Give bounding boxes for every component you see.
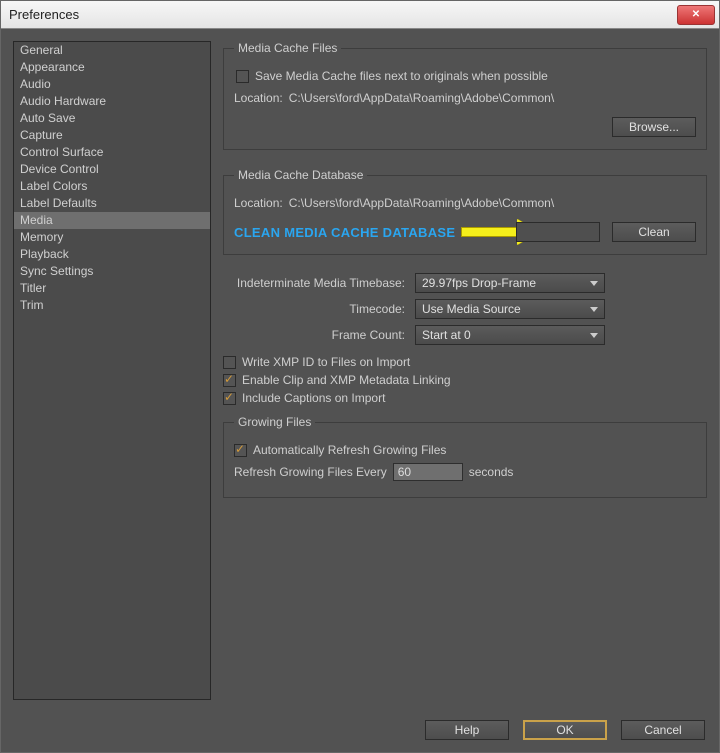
- sidebar-item-auto-save[interactable]: Auto Save: [14, 110, 210, 127]
- timecode-dropdown[interactable]: Use Media Source: [415, 299, 605, 319]
- chevron-down-icon: [590, 333, 598, 338]
- save-next-checkbox[interactable]: [236, 70, 249, 83]
- sidebar-item-label-defaults[interactable]: Label Defaults: [14, 195, 210, 212]
- mcf-location-value: C:\Users\ford\AppData\Roaming\Adobe\Comm…: [289, 91, 554, 105]
- include-captions-checkbox[interactable]: [223, 392, 236, 405]
- refresh-suffix: seconds: [469, 465, 514, 479]
- preferences-window: Preferences ✕ GeneralAppearanceAudioAudi…: [0, 0, 720, 753]
- timebase-value: 29.97fps Drop-Frame: [422, 276, 536, 290]
- clean-button[interactable]: Clean: [612, 222, 696, 242]
- sidebar-item-audio[interactable]: Audio: [14, 76, 210, 93]
- ok-button[interactable]: OK: [523, 720, 607, 740]
- chevron-down-icon: [590, 307, 598, 312]
- enable-linking-label: Enable Clip and XMP Metadata Linking: [242, 373, 451, 387]
- timebase-dropdown[interactable]: 29.97fps Drop-Frame: [415, 273, 605, 293]
- timecode-label: Timecode:: [223, 302, 405, 316]
- media-cache-files-group: Media Cache Files Save Media Cache files…: [223, 41, 707, 150]
- framecount-label: Frame Count:: [223, 328, 405, 342]
- window-title: Preferences: [9, 7, 79, 22]
- framecount-value: Start at 0: [422, 328, 471, 342]
- cancel-button[interactable]: Cancel: [621, 720, 705, 740]
- enable-linking-checkbox[interactable]: [223, 374, 236, 387]
- include-captions-label: Include Captions on Import: [242, 391, 385, 405]
- framecount-dropdown[interactable]: Start at 0: [415, 325, 605, 345]
- timebase-label: Indeterminate Media Timebase:: [223, 276, 405, 290]
- mcd-location-label: Location:: [234, 196, 283, 210]
- auto-refresh-label: Automatically Refresh Growing Files: [253, 443, 446, 457]
- write-xmp-label: Write XMP ID to Files on Import: [242, 355, 410, 369]
- sidebar-item-trim[interactable]: Trim: [14, 297, 210, 314]
- media-cache-db-legend: Media Cache Database: [234, 168, 367, 182]
- mcf-location-label: Location:: [234, 91, 283, 105]
- refresh-prefix: Refresh Growing Files Every: [234, 465, 387, 479]
- media-cache-db-group: Media Cache Database Location: C:\Users\…: [223, 168, 707, 255]
- sidebar-item-media[interactable]: Media: [14, 212, 210, 229]
- close-button[interactable]: ✕: [677, 5, 715, 25]
- timecode-value: Use Media Source: [422, 302, 521, 316]
- refresh-interval-input[interactable]: [393, 463, 463, 481]
- sidebar-item-playback[interactable]: Playback: [14, 246, 210, 263]
- write-xmp-checkbox[interactable]: [223, 356, 236, 369]
- annotation-text: CLEAN MEDIA CACHE DATABASE: [234, 225, 455, 240]
- annotation-overlay: CLEAN MEDIA CACHE DATABASE: [234, 221, 541, 243]
- sidebar-item-device-control[interactable]: Device Control: [14, 161, 210, 178]
- growing-files-legend: Growing Files: [234, 415, 315, 429]
- sidebar-item-sync-settings[interactable]: Sync Settings: [14, 263, 210, 280]
- titlebar: Preferences ✕: [1, 1, 719, 29]
- client-area: GeneralAppearanceAudioAudio HardwareAuto…: [1, 29, 719, 752]
- media-cache-files-legend: Media Cache Files: [234, 41, 341, 55]
- sidebar-item-titler[interactable]: Titler: [14, 280, 210, 297]
- save-next-label: Save Media Cache files next to originals…: [255, 69, 548, 83]
- content-pane: Media Cache Files Save Media Cache files…: [223, 41, 707, 700]
- dialog-footer: Help OK Cancel: [425, 720, 705, 740]
- mcf-browse-button[interactable]: Browse...: [612, 117, 696, 137]
- sidebar-item-memory[interactable]: Memory: [14, 229, 210, 246]
- sidebar-item-control-surface[interactable]: Control Surface: [14, 144, 210, 161]
- sidebar-item-audio-hardware[interactable]: Audio Hardware: [14, 93, 210, 110]
- sidebar-item-capture[interactable]: Capture: [14, 127, 210, 144]
- sidebar-item-general[interactable]: General: [14, 42, 210, 59]
- chevron-down-icon: [590, 281, 598, 286]
- auto-refresh-checkbox[interactable]: [234, 444, 247, 457]
- mcd-browse-button[interactable]: [516, 222, 600, 242]
- close-icon: ✕: [692, 9, 700, 20]
- mcd-location-value: C:\Users\ford\AppData\Roaming\Adobe\Comm…: [289, 196, 554, 210]
- sidebar-item-label-colors[interactable]: Label Colors: [14, 178, 210, 195]
- sidebar-item-appearance[interactable]: Appearance: [14, 59, 210, 76]
- category-sidebar: GeneralAppearanceAudioAudio HardwareAuto…: [13, 41, 211, 700]
- growing-files-group: Growing Files Automatically Refresh Grow…: [223, 415, 707, 498]
- help-button[interactable]: Help: [425, 720, 509, 740]
